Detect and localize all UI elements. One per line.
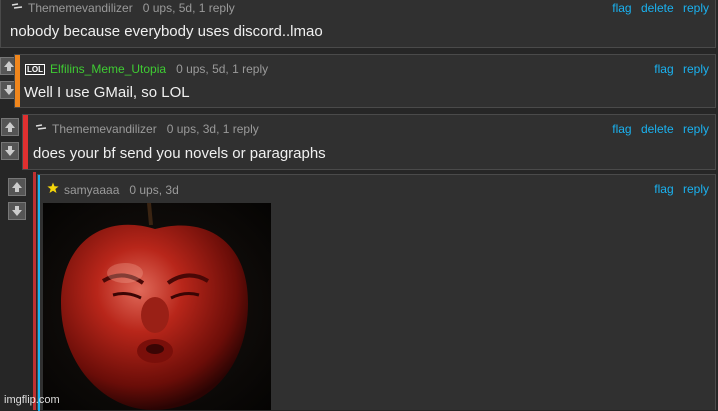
delete-link[interactable]: delete [641,1,674,15]
comment-meta: 0 ups, 5d, 1 reply [176,62,269,76]
comment-accent-bar [15,55,20,107]
flag-link[interactable]: flag [612,122,631,136]
delete-link[interactable]: delete [641,122,674,136]
comment-text: does your bf send you novels or paragrap… [33,145,326,162]
comment-4-header: samyaaaa 0 ups, 3d [47,182,179,197]
comment-meta: 0 ups, 3d, 1 reply [166,122,259,136]
arrow-up-icon [12,182,22,192]
flag-link[interactable]: flag [654,62,673,76]
arrow-up-icon [5,122,15,132]
username[interactable]: Thememevandilizer [52,122,157,136]
reply-link[interactable]: reply [683,1,709,15]
upvote-button[interactable] [8,178,26,196]
comment-text: Well I use GMail, so LOL [24,84,190,101]
reply-link[interactable]: reply [683,62,709,76]
user-badge-dash-icon [11,1,23,15]
comment-text: nobody because everybody uses discord..l… [10,23,323,40]
user-badge-dash-icon [35,122,47,136]
vote-buttons-4 [8,178,26,226]
comment-actions: flag reply [648,62,709,76]
arrow-down-icon [12,206,22,216]
thread-line-red [33,172,36,410]
lol-badge-icon: LOL [25,63,45,75]
upvote-button[interactable] [1,118,19,136]
downvote-button[interactable] [8,202,26,220]
comment-meta: 0 ups, 3d [129,182,179,197]
comment-actions: flag reply [648,182,709,196]
comment-3-header: Thememevandilizer 0 ups, 3d, 1 reply [35,122,259,136]
flag-link[interactable]: flag [612,1,631,15]
comment-3: Thememevandilizer 0 ups, 3d, 1 reply fla… [22,114,716,170]
downvote-button[interactable] [1,142,19,160]
username[interactable]: samyaaaa [64,183,119,197]
arrow-down-icon [5,146,15,156]
comment-actions: flag delete reply [606,122,709,136]
comment-2-header: LOL Elfilins_Meme_Utopia 0 ups, 5d, 1 re… [25,62,268,76]
meme-image[interactable] [43,203,271,410]
comment-2: LOL Elfilins_Meme_Utopia 0 ups, 5d, 1 re… [14,54,716,108]
imgflip-watermark: imgflip.com [4,394,60,406]
comment-accent-bar [23,115,28,169]
flag-link[interactable]: flag [654,182,673,196]
star-icon [47,182,59,197]
username[interactable]: Thememevandilizer [28,1,133,15]
comment-1-header: Thememevandilizer 0 ups, 5d, 1 reply [11,1,235,15]
vote-buttons-3 [1,118,19,166]
reply-link[interactable]: reply [683,122,709,136]
reply-link[interactable]: reply [683,182,709,196]
comment-actions: flag delete reply [606,1,709,15]
comment-1: Thememevandilizer 0 ups, 5d, 1 reply fla… [0,0,716,48]
username[interactable]: Elfilins_Meme_Utopia [50,62,166,76]
comment-meta: 0 ups, 5d, 1 reply [142,1,235,15]
comment-accent-bar [38,175,40,411]
